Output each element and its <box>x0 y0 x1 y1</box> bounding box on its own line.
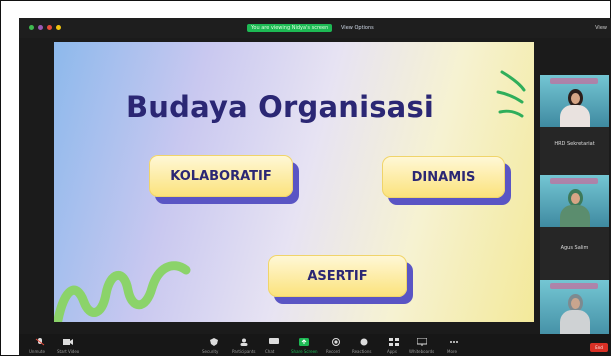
status-dot-icon <box>38 25 43 30</box>
shared-slide: Budaya Organisasi KOLABORATIF DINAMIS AS… <box>54 42 534 322</box>
participants-panel: HRD Sekretariat Agus Salim <box>540 75 609 347</box>
security-icon[interactable] <box>209 338 219 346</box>
reactions-icon[interactable] <box>359 338 369 346</box>
background-banner <box>550 283 598 289</box>
participant-video-tile[interactable] <box>540 280 609 342</box>
toolbar-label: Share Screen <box>291 349 318 354</box>
card-label: DINAMIS <box>411 169 476 185</box>
apps-icon[interactable] <box>389 338 399 346</box>
end-meeting-button[interactable]: End <box>590 343 608 352</box>
leaf-decoration-icon <box>496 70 526 118</box>
screen-share-badge: You are viewing Nidya's screen <box>247 24 333 32</box>
toolbar-label: Unmute <box>29 349 45 354</box>
card-label: ASERTIF <box>307 268 368 284</box>
card-asertif: ASERTIF <box>268 255 407 297</box>
record-icon[interactable] <box>331 338 341 346</box>
participant-body <box>560 310 590 334</box>
toolbar-label: Chat <box>265 349 275 354</box>
window-controls <box>29 25 61 30</box>
status-dot-icon <box>56 25 61 30</box>
toolbar-label: Participants <box>232 349 256 354</box>
card-dinamis: DINAMIS <box>382 156 505 198</box>
status-dot-icon <box>29 25 34 30</box>
card-kolaboratif: KOLABORATIF <box>149 155 293 197</box>
background-banner <box>550 178 598 184</box>
share-screen-icon[interactable] <box>299 338 309 346</box>
view-options-button[interactable]: View Options <box>341 24 374 32</box>
card-label: KOLABORATIF <box>170 168 272 184</box>
background-banner <box>550 78 598 84</box>
participant-face <box>571 193 580 204</box>
more-icon[interactable] <box>449 338 459 346</box>
participant-caption: Agus Salim <box>560 245 589 251</box>
view-button[interactable]: View <box>595 24 607 32</box>
toolbar-label: Security <box>202 349 219 354</box>
zoom-meeting-window: You are viewing Nidya's screen View Opti… <box>19 18 611 356</box>
participant-body <box>560 205 590 227</box>
whiteboard-icon[interactable] <box>417 338 427 346</box>
toolbar-label: Whiteboards <box>409 349 435 354</box>
meeting-toolbar: Unmute Start Video Security Participants… <box>19 334 611 356</box>
mic-icon[interactable] <box>35 338 45 346</box>
toolbar-label: Reactions <box>352 349 372 354</box>
squiggle-decoration-icon <box>54 261 191 322</box>
toolbar-label: More <box>447 349 457 354</box>
toolbar-label: Start Video <box>57 349 80 354</box>
toolbar-label: Apps <box>387 349 397 354</box>
participant-body <box>560 105 590 127</box>
video-icon[interactable] <box>63 338 73 346</box>
participant-face <box>571 298 580 309</box>
status-dot-icon <box>47 25 52 30</box>
chat-icon[interactable] <box>269 338 279 346</box>
top-bar: You are viewing Nidya's screen View Opti… <box>19 18 611 38</box>
participant-video-tile[interactable] <box>540 75 609 127</box>
participants-icon[interactable] <box>239 338 249 346</box>
toolbar-label: Record <box>326 349 340 354</box>
slide-title: Budaya Organisasi <box>126 90 435 124</box>
participant-face <box>571 93 580 104</box>
participant-caption: HRD Sekretariat <box>554 141 595 147</box>
participant-video-tile[interactable] <box>540 175 609 227</box>
